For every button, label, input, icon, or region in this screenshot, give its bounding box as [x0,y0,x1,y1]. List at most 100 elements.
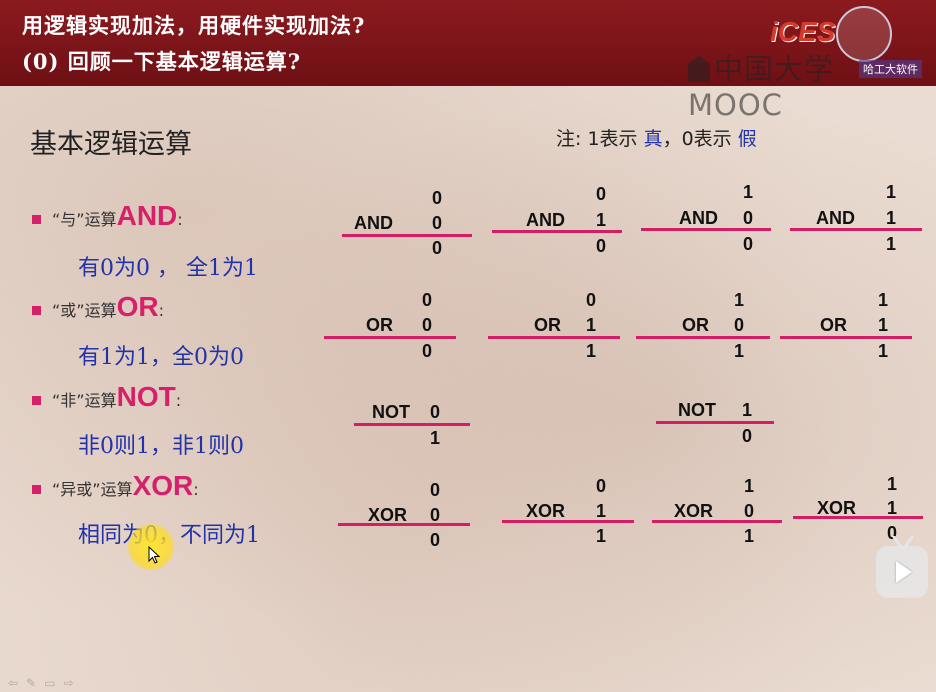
operator: AND [679,208,718,228]
result-line [338,523,470,526]
operand: 1 [742,400,753,420]
header-title-line1: 用逻辑实现加法，用硬件实现加法? [22,13,366,38]
or-quote: “或”运算 [52,301,117,320]
bullet-icon [32,396,41,405]
result-line [502,520,634,523]
operator: XOR [526,501,566,521]
operator: XOR [674,501,714,521]
operand-a: 0 [432,188,443,208]
and-keyword: AND [116,200,178,231]
operand: 0 [430,402,441,422]
xor-keyword: XOR [132,470,194,501]
operand-b: 0 [744,501,755,521]
result: 1 [596,526,607,546]
bullet-icon [32,215,41,224]
not-quote: “非”运算 [52,391,117,410]
logo-area: iCES 中国大学MOOC 哈工大软件 [688,2,928,122]
note-mid: ，0表示 [662,128,738,150]
header-title-line2: (0) 回顾一下基本逻辑运算? [22,49,302,74]
not-rule: 非0则1，非1则0 [78,434,244,459]
mooc-text: 中国大学MOOC [688,52,835,122]
operand-b: 1 [878,315,889,335]
result: 1 [878,341,889,361]
menu-icon[interactable]: ▭ [44,676,63,690]
result-line [641,228,771,231]
play-icon[interactable] [876,546,928,598]
xor-colon: : [193,480,199,499]
truth-note: 注: 1表示 真，0表示 假 [556,124,757,151]
operand-a: 0 [596,184,607,204]
xor-quote: “异或”运算 [52,480,133,499]
operand-b: 0 [432,213,443,233]
xor-label: “异或”运算XOR: [52,470,199,502]
operand-a: 0 [596,476,607,496]
pen-icon[interactable]: ✎ [26,676,44,690]
operator: NOT [372,402,410,422]
operator: OR [534,315,561,335]
result-line [354,423,470,426]
not-colon: : [175,391,182,410]
result: 1 [430,428,441,448]
operand-b: 1 [886,208,897,228]
operator: OR [820,315,847,335]
result: 0 [422,341,433,361]
operand-b: 0 [734,315,745,335]
mooc-logo-icon [688,56,710,82]
operand-a: 1 [734,290,745,310]
operand-b: 0 [743,208,754,228]
result-line [324,336,456,339]
operand-a: 0 [422,290,433,310]
result-line [780,336,912,339]
ices-logo: iCES [770,16,836,47]
operand-b: 1 [596,501,607,521]
bullet-icon [32,306,41,315]
result-line [656,421,774,424]
operator: AND [526,210,565,230]
and-colon: : [177,210,183,229]
result-line [652,520,782,523]
result: 0 [596,236,607,256]
result: 0 [430,530,441,550]
operator: OR [682,315,709,335]
note-prefix: 注: 1表示 [556,128,644,150]
operand-b: 1 [586,315,597,335]
result: 0 [742,426,753,446]
operand-a: 1 [886,182,897,202]
operand-a: 1 [887,474,898,494]
result-line [790,228,922,231]
operand-b: 1 [596,210,607,230]
slide-header: 用逻辑实现加法，用硬件实现加法? (0) 回顾一下基本逻辑运算? iCES 中国… [0,0,936,122]
result: 1 [886,234,897,254]
result-line [488,336,620,339]
result-line [636,336,770,339]
result: 1 [734,341,745,361]
result-line [492,230,622,233]
prev-slide-icon[interactable]: ⇦ [8,676,26,690]
and-rule: 有0为0 ， 全1为1 [78,256,258,281]
operand-a: 0 [430,480,441,500]
operator: AND [816,208,855,228]
operator: AND [354,213,393,233]
operand-b: 0 [422,315,433,335]
and-label: “与”运算AND: [52,200,183,232]
mooc-watermark: 中国大学MOOC [688,46,928,122]
and-quote: “与”运算 [52,210,117,229]
result-line [342,234,472,237]
mouse-cursor-icon [148,546,160,564]
result: 1 [586,341,597,361]
operand-a: 1 [878,290,889,310]
slide-nav-bar: ⇦✎▭⇨ [8,676,82,690]
operator: NOT [678,400,716,420]
or-rule: 有1为1，全0为0 [78,345,244,370]
operand-a: 0 [586,290,597,310]
next-slide-icon[interactable]: ⇨ [63,676,81,690]
operand-a: 1 [743,182,754,202]
note-false: 假 [737,128,757,150]
or-colon: : [158,301,164,320]
bullet-icon [32,485,41,494]
result-line [793,516,923,519]
not-keyword: NOT [116,381,176,412]
operand-a: 1 [744,476,755,496]
result: 1 [744,526,755,546]
or-label: “或”运算OR: [52,291,164,323]
